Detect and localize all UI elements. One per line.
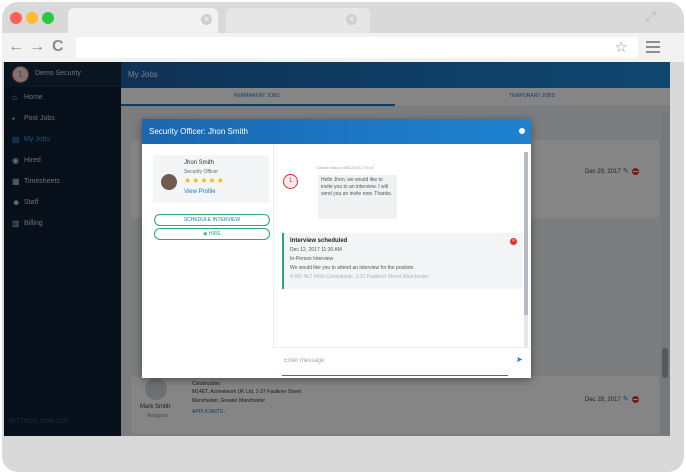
message-composer: ➤ xyxy=(273,347,531,378)
reload-icon[interactable]: C xyxy=(52,38,64,56)
message-input[interactable] xyxy=(282,354,506,368)
view-profile-link[interactable]: View Profile xyxy=(184,189,216,195)
tab-close-icon[interactable]: × xyxy=(346,14,357,25)
input-underline xyxy=(282,375,508,376)
close-window-dot[interactable] xyxy=(10,12,22,24)
minimize-window-dot[interactable] xyxy=(26,12,38,24)
browser-tab-strip: × × ⤢ xyxy=(2,2,684,34)
candidate-profile-card: Jhon Smith Security Officer ★★★★★ View P… xyxy=(153,155,269,203)
tab-close-icon[interactable]: × xyxy=(201,14,212,25)
bookmark-star-icon[interactable]: ☆ xyxy=(615,38,628,56)
interview-location: ⚲ M1 4ET Pitch Consultants, 1-37 Faulkne… xyxy=(290,274,429,280)
rating-stars: ★★★★★ xyxy=(184,176,225,185)
modal-title: Security Officer: Jhon Smith xyxy=(149,127,248,136)
close-icon[interactable] xyxy=(519,128,525,134)
fullscreen-icon[interactable]: ⤢ xyxy=(645,8,656,25)
browser-menu-icon[interactable] xyxy=(646,41,660,56)
modal-header: Security Officer: Jhon Smith xyxy=(142,119,531,144)
send-icon[interactable]: ➤ xyxy=(516,355,523,364)
candidate-role: Security Officer xyxy=(184,169,219,175)
browser-tab-active[interactable]: × xyxy=(68,8,218,34)
interview-type: In-Person Interview xyxy=(290,256,334,262)
interview-note: We would like you to attend an interview… xyxy=(290,265,415,271)
scrollbar-thumb[interactable] xyxy=(524,152,528,315)
candidate-panel: Jhon Smith Security Officer ★★★★★ View P… xyxy=(142,144,273,378)
maximize-window-dot[interactable] xyxy=(42,12,54,24)
sender-avatar: 1 xyxy=(283,174,298,189)
chat-scrollbar[interactable] xyxy=(524,152,528,348)
address-bar[interactable]: ☆ xyxy=(76,37,638,58)
browser-tab-inactive[interactable]: × xyxy=(226,8,370,34)
chat-modal: Security Officer: Jhon Smith Jhon Smith … xyxy=(142,119,531,378)
browser-toolbar: ← → C ☆ xyxy=(2,33,684,62)
back-arrow-icon[interactable]: ← xyxy=(8,38,24,56)
message-meta: Claudio Mauro 05/12/2017 05:47 xyxy=(316,165,375,170)
interview-scheduled-card: Interview scheduled × Dec 12, 2017 11:30… xyxy=(282,233,523,289)
message-bubble: Hello Jhon, we would like to invite you … xyxy=(318,175,397,219)
cancel-interview-icon[interactable]: × xyxy=(510,238,517,245)
candidate-name: Jhon Smith xyxy=(184,160,215,166)
schedule-interview-button[interactable]: SCHEDULE INTERVIEW xyxy=(154,214,270,226)
forward-arrow-icon[interactable]: → xyxy=(29,38,45,56)
interview-datetime: Dec 12, 2017 11:30 AM xyxy=(290,247,342,253)
browser-window: × × ⤢ ← → C ☆ 1 Demo Security ⌂ Home ▪ P… xyxy=(2,2,684,472)
candidate-avatar xyxy=(161,174,177,190)
interview-title: Interview scheduled xyxy=(290,238,348,244)
hire-button[interactable]: ◉ HIRE xyxy=(154,228,270,240)
